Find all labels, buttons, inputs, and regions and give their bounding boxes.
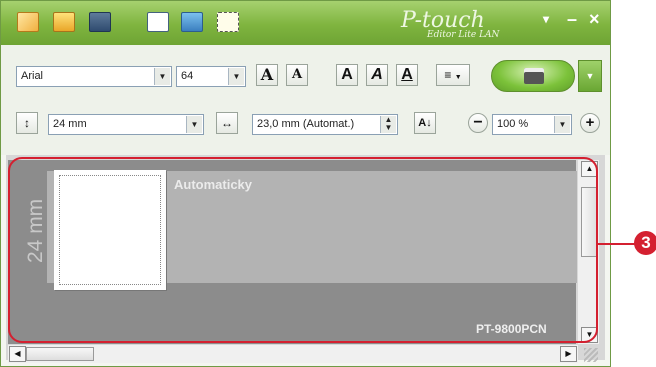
menu-dropdown-icon[interactable]: ▾ <box>543 9 549 29</box>
minimize-button[interactable]: – <box>567 9 577 29</box>
spinner-icon[interactable]: ▲ ▼ <box>380 116 396 133</box>
font-select[interactable]: Arial ▼ <box>16 66 172 87</box>
zoom-out-button[interactable]: − <box>468 113 488 133</box>
font-size-select[interactable]: 64 ▼ <box>176 66 246 87</box>
callout-highlight <box>8 157 598 343</box>
resize-grip-icon[interactable] <box>584 348 598 362</box>
callout-leader-line <box>598 243 636 245</box>
print-options-button[interactable]: ▼ <box>578 60 602 92</box>
underline-button[interactable]: A <box>396 64 418 86</box>
horizontal-scroll-thumb[interactable] <box>26 347 94 361</box>
grow-font-button[interactable]: A <box>256 64 278 86</box>
chevron-down-icon: ▼ <box>585 71 595 81</box>
align-left-icon: ≡ <box>444 68 452 82</box>
font-size-value: 64 <box>181 70 194 82</box>
bold-button[interactable]: A <box>336 64 358 86</box>
chevron-down-icon[interactable]: ▼ <box>154 68 170 85</box>
title-bar: P-touch Editor Lite LAN ▾ – × <box>1 1 610 45</box>
open-folder-icon[interactable] <box>53 12 75 32</box>
close-button[interactable]: × <box>589 9 600 29</box>
chevron-down-icon[interactable]: ▼ <box>186 116 202 133</box>
auto-fit-button[interactable]: A↓ <box>414 112 436 134</box>
text-icon[interactable] <box>147 12 169 32</box>
frame-icon[interactable] <box>217 12 239 32</box>
shrink-font-button[interactable]: A <box>286 64 308 86</box>
callout-number: 3 <box>634 231 656 255</box>
chevron-down-icon[interactable]: ▼ <box>554 116 570 133</box>
zoom-in-button[interactable]: + <box>580 113 600 133</box>
label-length-input[interactable]: 23,0 mm (Automat.) ▲ ▼ <box>252 114 398 135</box>
italic-button[interactable]: A <box>366 64 388 86</box>
new-label-icon[interactable] <box>17 12 39 32</box>
zoom-value: 100 % <box>497 118 529 130</box>
tape-width-select[interactable]: 24 mm ▼ <box>48 114 204 135</box>
save-icon[interactable] <box>89 12 111 32</box>
tape-width-value: 24 mm <box>53 118 87 130</box>
print-button[interactable] <box>491 60 575 92</box>
align-button[interactable]: ≡ ▼ <box>436 64 470 86</box>
printer-icon <box>524 68 544 84</box>
label-length-icon: ↔ <box>216 112 238 134</box>
zoom-select[interactable]: 100 % ▼ <box>492 114 572 135</box>
frame-image-icon[interactable] <box>181 12 203 32</box>
label-length-value: 23,0 mm (Automat.) <box>257 118 355 130</box>
font-value: Arial <box>21 70 44 82</box>
scroll-right-button[interactable]: ▶ <box>560 346 577 362</box>
chevron-down-icon[interactable]: ▼ <box>228 68 244 85</box>
chevron-down-icon: ▼ <box>454 74 462 81</box>
scroll-left-button[interactable]: ◀ <box>9 346 26 362</box>
tape-width-icon: ↕ <box>16 112 38 134</box>
app-logo: P-touch Editor Lite LAN <box>401 6 521 42</box>
logo-subtitle: Editor Lite LAN <box>427 30 500 40</box>
